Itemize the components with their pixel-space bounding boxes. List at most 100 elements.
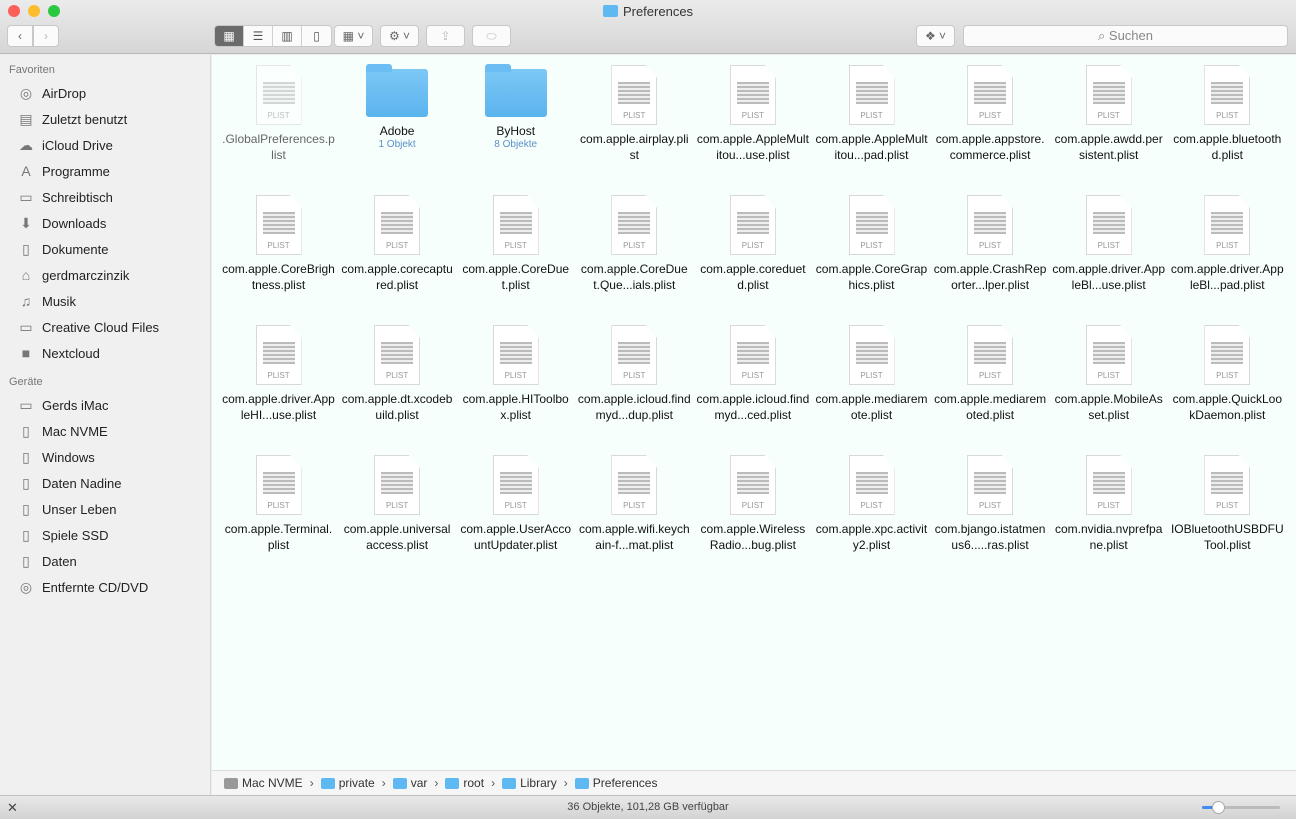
plist-file-icon: PLIST [967,195,1014,255]
file-item[interactable]: PLIST com.apple.AppleMultitou...use.plist [693,55,812,163]
arrange-button[interactable]: ▦ ˅ [334,25,373,47]
file-item[interactable]: PLIST .GlobalPreferences.plist [219,55,338,163]
file-item[interactable]: PLIST IOBluetoothUSBDFUTool.plist [1168,445,1287,553]
file-name: com.apple.CoreDuet.plist [462,262,570,292]
file-item[interactable]: PLIST com.apple.MobileAsset.plist [1049,315,1168,423]
path-segment[interactable]: var [411,776,428,790]
file-item[interactable]: PLIST com.apple.xpc.activity2.plist [812,445,931,553]
file-item[interactable]: PLIST com.apple.CoreDuet.Que...ials.plist [575,185,694,293]
file-name: .GlobalPreferences.plist [222,132,335,162]
file-item[interactable]: PLIST com.apple.bluetoothd.plist [1168,55,1287,163]
file-item[interactable]: PLIST com.apple.AppleMultitou...pad.plist [812,55,931,163]
file-item[interactable]: PLIST com.apple.driver.AppleHI...use.plis… [219,315,338,423]
gear-icon[interactable]: ⚙ ˅ [380,25,419,47]
icon-size-slider[interactable] [1202,801,1280,814]
sidebar-item-label: Gerds iMac [42,397,109,413]
sidebar-item[interactable]: ◎ Entfernte CD/DVD [0,574,210,600]
file-item[interactable]: PLIST com.apple.icloud.findmyd...dup.plis… [575,315,694,423]
sidebar-item[interactable]: ⌂ gerdmarczinzik [0,262,210,288]
sidebar-item[interactable]: ⬇ Downloads [0,210,210,236]
sidebar-item[interactable]: ▭ Schreibtisch [0,184,210,210]
file-item[interactable]: PLIST com.apple.mediaremote.plist [812,315,931,423]
sidebar-item[interactable]: ♫ Musik [0,288,210,314]
sidebar-item[interactable]: ▯ Windows [0,444,210,470]
file-item[interactable]: PLIST com.apple.HIToolbox.plist [456,315,575,423]
file-item[interactable]: PLIST com.apple.universalaccess.plist [338,445,457,553]
file-item[interactable]: PLIST com.apple.icloud.findmyd...ced.plis… [693,315,812,423]
icon-view-button[interactable]: ▦ [215,26,244,46]
sidebar-item[interactable]: ▯ Daten Nadine [0,470,210,496]
file-item[interactable]: PLIST com.apple.Terminal.plist [219,445,338,553]
file-item[interactable]: PLIST com.apple.driver.AppleBl...pad.plis… [1168,185,1287,293]
file-name: com.apple.QuickLookDaemon.plist [1172,392,1282,422]
folder-item[interactable]: ByHost 8 Objekte [456,55,575,150]
folder-icon: ■ [21,345,31,361]
back-button[interactable]: ‹ [7,25,33,47]
sidebar-item[interactable]: ▭ Gerds iMac [0,392,210,418]
file-item[interactable]: PLIST com.apple.QuickLookDaemon.plist [1168,315,1287,423]
file-item[interactable]: PLIST com.nvidia.nvprefpane.plist [1049,445,1168,553]
plist-file-icon: PLIST [729,325,776,385]
cover-flow-button[interactable]: ▯ [302,26,331,46]
file-item[interactable]: PLIST com.apple.CoreDuet.plist [456,185,575,293]
file-item[interactable]: PLIST com.apple.wifi.keychain-f...mat.pli… [575,445,694,553]
folder-item[interactable]: Adobe 1 Objekt [338,55,457,150]
column-view-button[interactable]: ▥ [273,26,302,46]
view-mode-control: ▦ ☰ ▥ ▯ [214,25,332,47]
plist-file-icon: PLIST [967,455,1014,515]
file-item[interactable]: PLIST com.apple.CoreBrightness.plist [219,185,338,293]
file-item[interactable]: PLIST com.apple.WirelessRadio...bug.plist [693,445,812,553]
sidebar-item[interactable]: ▯ Daten [0,548,210,574]
file-item[interactable]: PLIST com.apple.driver.AppleBl...use.plis… [1049,185,1168,293]
sidebar-item[interactable]: ◎ AirDrop [0,80,210,106]
sidebar-item[interactable]: ▯ Mac NVME [0,418,210,444]
file-item[interactable]: PLIST com.apple.mediaremoted.plist [931,315,1050,423]
file-item[interactable]: PLIST com.apple.CrashReporter...lper.plis… [931,185,1050,293]
plist-label: PLIST [860,111,883,120]
search-input[interactable]: ⌕ Suchen [963,25,1288,47]
forward-button[interactable]: › [33,25,59,47]
path-segment[interactable]: Mac NVME [242,776,303,790]
file-item[interactable]: PLIST com.bjango.istatmenus6.....ras.plis… [931,445,1050,553]
path-segment[interactable]: private [339,776,375,790]
sidebar-item[interactable]: ▯ Unser Leben [0,496,210,522]
sidebar-item[interactable]: ▯ Spiele SSD [0,522,210,548]
sidebar-item[interactable]: ▤ Zuletzt benutzt [0,106,210,132]
plist-label: PLIST [385,371,409,380]
file-item[interactable]: PLIST com.apple.awdd.persistent.plist [1049,55,1168,163]
share-button[interactable]: ⇪ [426,25,465,47]
plist-label: PLIST [978,501,1002,510]
table-glyph [1211,342,1244,364]
table-glyph [974,472,1007,494]
sidebar-item[interactable]: ▭ Creative Cloud Files [0,314,210,340]
file-item[interactable]: PLIST com.apple.coreduetd.plist [693,185,812,293]
sidebar-item[interactable]: ☁ iCloud Drive [0,132,210,158]
file-item[interactable]: PLIST com.apple.CoreGraphics.plist [812,185,931,293]
file-item[interactable]: PLIST com.apple.corecaptured.plist [338,185,457,293]
file-item[interactable]: PLIST com.apple.airplay.plist [575,55,694,163]
path-segment[interactable]: root [463,776,484,790]
plist-file-icon: PLIST [255,325,302,385]
tag-button[interactable]: ⬭ [472,25,511,47]
path-segment[interactable]: Library [520,776,557,790]
table-glyph [618,472,651,494]
sidebar-item[interactable]: A Programme [0,158,210,184]
plist-label: PLIST [1216,241,1239,250]
table-glyph [618,82,651,104]
home-icon: ⌂ [21,267,31,283]
table-glyph [736,472,769,494]
plist-file-icon: PLIST [1204,325,1251,385]
file-item[interactable]: PLIST com.apple.UserAccountUpdater.plist [456,445,575,553]
table-glyph [1092,342,1125,364]
dropbox-button[interactable]: ❖ ˅ [916,25,955,47]
list-view-button[interactable]: ☰ [244,26,273,46]
path-segment[interactable]: Preferences [593,776,658,790]
file-name: com.apple.AppleMultitou...use.plist [696,132,809,162]
plist-label: PLIST [385,501,409,510]
file-item[interactable]: PLIST com.apple.appstore.commerce.plist [931,55,1050,163]
table-glyph [1092,82,1125,104]
sidebar-toggle-icon[interactable]: ✕ [7,796,18,819]
sidebar-item[interactable]: ■ Nextcloud [0,340,210,366]
file-item[interactable]: PLIST com.apple.dt.xcodebuild.plist [338,315,457,423]
sidebar-item[interactable]: ▯ Dokumente [0,236,210,262]
